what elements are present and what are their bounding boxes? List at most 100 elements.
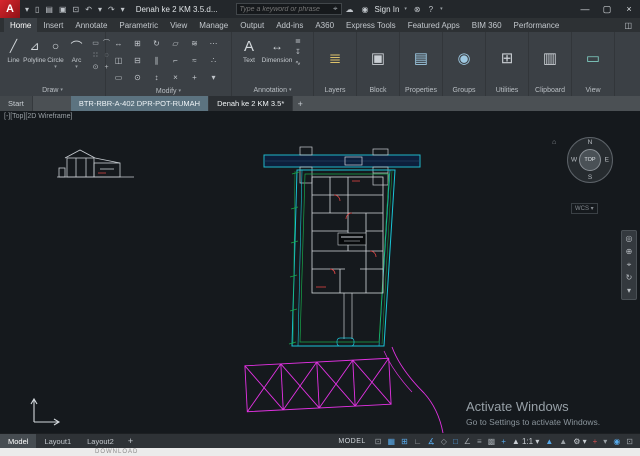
navbar-icon[interactable]: ▾ xyxy=(627,287,631,295)
modify-tool-icon[interactable]: ◫ xyxy=(109,52,128,69)
status-icon[interactable]: ∟ xyxy=(411,437,425,446)
draw-tool-button[interactable]: ⌒ Arc ▾ xyxy=(66,35,87,70)
status-icon[interactable]: ◉ xyxy=(610,437,623,446)
ribbon-big-button[interactable]: ▣ Block xyxy=(357,32,400,96)
layout-tab[interactable]: Model xyxy=(0,434,36,448)
modify-tool-icon[interactable]: ↻ xyxy=(147,35,166,52)
modify-tool-icon[interactable]: ≋ xyxy=(185,35,204,52)
annotation-mini-icon[interactable]: ∿ xyxy=(295,59,301,67)
status-icon[interactable]: + xyxy=(498,437,509,446)
modify-tool-icon[interactable]: ⋯ xyxy=(204,35,223,52)
draw-tool-button[interactable]: ╱ Line xyxy=(3,35,24,70)
wcs-dropdown[interactable]: WCS ▾ xyxy=(571,203,598,214)
viewcube-home-icon[interactable]: ⌂ xyxy=(552,139,556,146)
ribbon-big-button[interactable]: ◉ Groups xyxy=(443,32,486,96)
status-icon[interactable]: □ xyxy=(450,437,461,446)
modify-tool-icon[interactable]: ⊞ xyxy=(128,35,147,52)
text-tool-button[interactable]: A Text xyxy=(235,35,263,64)
status-icon[interactable]: ▲ 1:1 ▾ xyxy=(509,437,543,446)
ribbon-tab[interactable]: A360 xyxy=(309,18,340,32)
status-icon[interactable]: ▦ xyxy=(385,437,399,446)
modify-tool-icon[interactable]: ⌐ xyxy=(166,52,185,69)
tool-dropdown-arrow[interactable]: ▾ xyxy=(75,64,78,70)
status-icon[interactable]: ⚙ ▾ xyxy=(570,437,589,446)
draw-mini-icon[interactable]: ▭ xyxy=(90,37,101,49)
modify-tool-icon[interactable]: ↔ xyxy=(109,35,128,52)
ribbon-tab[interactable]: Parametric xyxy=(113,18,164,32)
panel-label-modify[interactable]: Modify▾ xyxy=(106,86,231,96)
draw-tool-button[interactable]: ○ Circle ▾ xyxy=(45,35,66,70)
layout-tab[interactable]: Layout2 xyxy=(79,434,122,448)
model-space-button[interactable]: MODEL xyxy=(332,434,371,448)
a360-cloud-icon[interactable]: ☁ xyxy=(342,5,358,14)
ribbon-tab[interactable]: BIM 360 xyxy=(466,18,508,32)
viewport-controls[interactable]: [-][Top][2D Wireframe] xyxy=(4,113,72,120)
sign-in-button[interactable]: Sign In xyxy=(373,5,402,14)
modify-tool-icon[interactable]: ⊟ xyxy=(128,52,147,69)
modify-tool-icon[interactable]: × xyxy=(166,69,185,86)
file-tab[interactable]: Start xyxy=(0,96,33,111)
maximize-button[interactable]: ▢ xyxy=(596,0,618,18)
ribbon-tab[interactable]: Annotate xyxy=(69,18,113,32)
drawing-canvas[interactable] xyxy=(0,111,640,433)
road-strip[interactable] xyxy=(264,155,420,167)
ribbon-options-icon[interactable]: ◫ xyxy=(616,18,640,32)
road-curve[interactable] xyxy=(392,347,443,433)
qat-icon[interactable]: ▯ xyxy=(32,5,42,14)
modify-tool-icon[interactable]: ∴ xyxy=(204,52,223,69)
qat-icon[interactable]: ▣ xyxy=(56,5,70,14)
qat-icon[interactable]: ↶ xyxy=(82,5,95,14)
viewcube-south[interactable]: S xyxy=(588,174,592,181)
modify-tool-icon[interactable]: ↕ xyxy=(147,69,166,86)
ribbon-tab[interactable]: Express Tools xyxy=(340,18,402,32)
help-arrow[interactable]: ▾ xyxy=(437,6,446,12)
annotation-mini-icon[interactable]: ↧ xyxy=(295,48,301,56)
help-icon[interactable]: ? xyxy=(425,5,437,14)
ribbon-big-button[interactable]: ▭ View xyxy=(572,32,615,96)
ribbon-big-button[interactable]: ▥ Clipboard xyxy=(529,32,572,96)
modify-tool-icon[interactable]: ▱ xyxy=(166,35,185,52)
add-layout-button[interactable]: + xyxy=(122,434,139,448)
ribbon-tab[interactable]: Featured Apps xyxy=(402,18,466,32)
navbar-icon[interactable]: ⊕ xyxy=(626,248,633,256)
status-icon[interactable]: ⊡ xyxy=(623,437,636,446)
dimension-tool-button[interactable]: ↔ Dimension xyxy=(263,35,291,64)
status-icon[interactable]: ▾ xyxy=(600,437,610,446)
layout-tab[interactable]: Layout1 xyxy=(36,434,79,448)
viewcube-top-face[interactable]: TOP xyxy=(579,149,601,171)
plan-label-box[interactable] xyxy=(338,233,366,245)
viewcube-east[interactable]: E xyxy=(605,157,609,164)
qat-icon[interactable]: ▾ xyxy=(118,5,128,14)
status-icon[interactable]: ∠ xyxy=(461,437,474,446)
ucs-icon[interactable] xyxy=(31,399,59,425)
navbar-icon[interactable]: ◎ xyxy=(626,235,633,243)
status-icon[interactable]: ⊞ xyxy=(398,437,411,446)
elevation-drawing[interactable] xyxy=(57,150,134,177)
modify-tool-icon[interactable]: ▭ xyxy=(109,69,128,86)
road-curve-inner[interactable] xyxy=(384,351,412,392)
qat-icon[interactable]: ▾ xyxy=(22,5,32,14)
status-icon[interactable]: ▲ xyxy=(542,437,556,446)
ribbon-tab[interactable]: View xyxy=(164,18,193,32)
ribbon-big-button[interactable]: ▤ Properties xyxy=(400,32,443,96)
ribbon-tab[interactable]: Home xyxy=(4,18,37,32)
file-tab[interactable]: BTR-RBR-A-402 DPR-POT-RUMAH xyxy=(71,96,209,111)
panel-label-annotation[interactable]: Annotation▾ xyxy=(232,84,313,96)
draw-mini-icon[interactable]: ⊙ xyxy=(90,61,101,73)
status-icon[interactable]: ◇ xyxy=(438,437,450,446)
status-icon[interactable]: ⊡ xyxy=(372,437,385,446)
qat-icon[interactable]: ▾ xyxy=(95,5,105,14)
status-icon[interactable]: ≡ xyxy=(474,437,485,446)
status-icon[interactable]: ▲ xyxy=(556,437,570,446)
ribbon-big-button[interactable]: ⊞ Utilities xyxy=(486,32,529,96)
exchange-apps-icon[interactable]: ⊗ xyxy=(410,5,425,14)
plot-outline-green[interactable] xyxy=(289,171,392,344)
status-icon[interactable]: + xyxy=(590,437,601,446)
autocad-logo[interactable]: A xyxy=(0,0,20,18)
sign-in-arrow[interactable]: ▾ xyxy=(401,6,410,12)
corridor[interactable] xyxy=(337,293,354,346)
draw-tool-button[interactable]: ⊿ Polyline xyxy=(24,35,45,70)
qat-icon[interactable]: ↷ xyxy=(105,5,118,14)
viewcube[interactable]: N E S W TOP xyxy=(567,137,613,183)
modify-tool-icon[interactable]: ∥ xyxy=(147,52,166,69)
